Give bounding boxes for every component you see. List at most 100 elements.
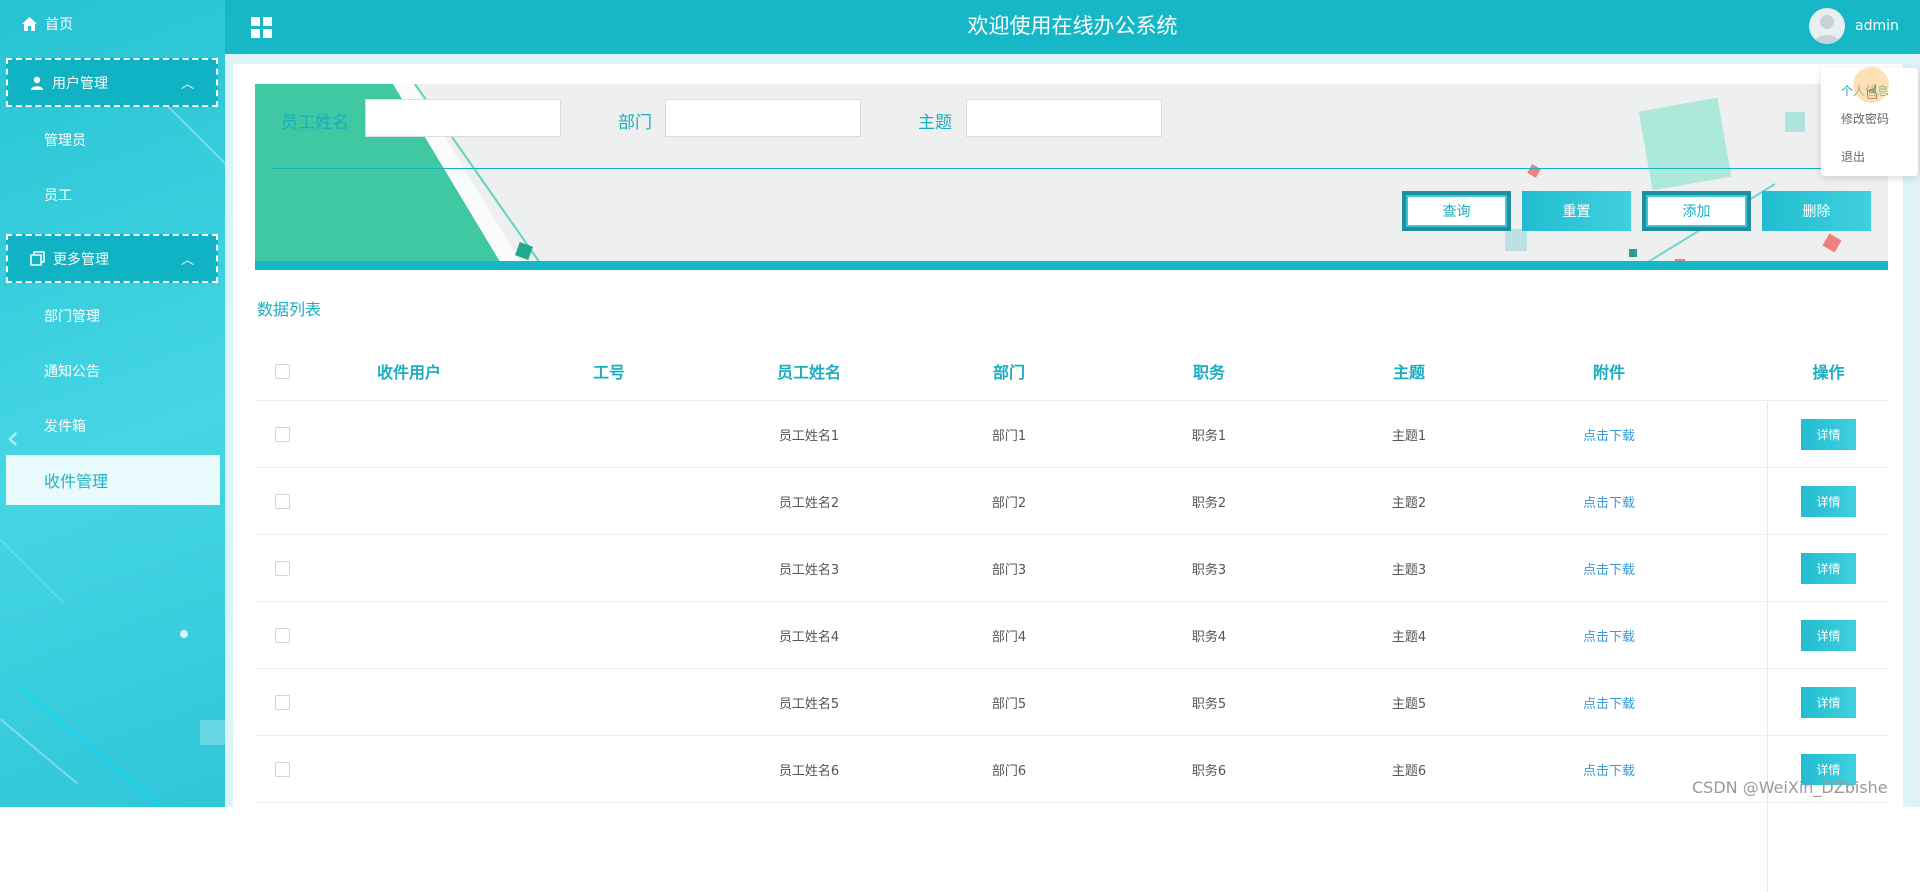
data-table: 收件用户 工号 员工姓名 部门 职务 主题 附件 操作 员工姓名1 部门1 职务… [255, 342, 1888, 892]
row-checkbox[interactable] [274, 761, 290, 777]
top-bar: 欢迎使用在线办公系统 admin [225, 0, 1920, 54]
name-cell: 员工姓名5 [778, 696, 840, 712]
emp-no-cell [509, 669, 709, 735]
detail-button[interactable]: 详情 [1801, 686, 1856, 718]
search-panel: 员工姓名 部门 主题 查询 重置 添加 删除 [255, 84, 1888, 270]
content-panel: 员工姓名 部门 主题 查询 重置 添加 删除 数据列表 收件用户 工号 员工姓名… [233, 64, 1903, 892]
sidebar-item-inbox[interactable]: 收件管理 [6, 455, 220, 505]
detail-button[interactable]: 详情 [1801, 418, 1856, 450]
emp-no-cell [509, 736, 709, 802]
home-icon [22, 17, 37, 31]
subject-input[interactable] [966, 99, 1162, 137]
column-header: 附件 [1592, 363, 1625, 382]
user-icon [30, 76, 44, 90]
department-cell: 部门2 [991, 495, 1027, 511]
employee-name-input[interactable] [365, 99, 561, 137]
row-checkbox[interactable] [274, 694, 290, 710]
recipient-cell [309, 468, 509, 534]
column-header: 操作 [1812, 363, 1845, 382]
sidebar-item-admin[interactable]: 管理员 [44, 130, 86, 150]
department-cell: 部门4 [991, 629, 1027, 645]
position-cell: 职务3 [1191, 562, 1227, 578]
sidebar-group-more-management[interactable]: 更多管理 ︿ [6, 234, 218, 283]
position-cell: 职务6 [1191, 763, 1227, 779]
sidebar-item-label: 首页 [45, 17, 73, 33]
reset-button[interactable]: 重置 [1522, 191, 1631, 231]
recipient-cell [309, 401, 509, 467]
column-header: 工号 [592, 363, 625, 382]
divider [271, 168, 1871, 169]
hand-cursor-icon: ☝ [1866, 80, 1879, 104]
sidebar-item-notice[interactable]: 通知公告 [44, 361, 100, 381]
download-link[interactable]: 点击下载 [1583, 492, 1635, 511]
detail-button[interactable]: 详情 [1801, 552, 1856, 584]
sidebar-group-label: 用户管理 [52, 75, 108, 92]
table-row: 员工姓名3 部门3 职务3 主题3 点击下载 详情 [255, 535, 1888, 602]
menu-item-logout[interactable]: 退出 [1841, 148, 1865, 165]
sidebar-item-home[interactable]: 首页 [22, 14, 73, 34]
chevron-up-icon: ︿ [180, 77, 194, 92]
table-header: 收件用户 工号 员工姓名 部门 职务 主题 附件 操作 [255, 342, 1888, 401]
menu-item-change-password[interactable]: 修改密码 [1841, 110, 1889, 127]
name-cell: 员工姓名1 [778, 428, 840, 444]
column-header: 职务 [1192, 363, 1225, 382]
add-button[interactable]: 添加 [1642, 191, 1751, 231]
detail-button[interactable]: 详情 [1801, 619, 1856, 651]
delete-button[interactable]: 删除 [1762, 191, 1871, 231]
select-all-checkbox[interactable] [274, 363, 290, 379]
department-cell: 部门5 [991, 696, 1027, 712]
sidebar-item-department[interactable]: 部门管理 [44, 306, 100, 326]
position-cell: 职务1 [1191, 428, 1227, 444]
department-cell: 部门1 [991, 428, 1027, 444]
name-cell: 员工姓名6 [778, 763, 840, 779]
column-header: 部门 [992, 363, 1025, 382]
emp-no-cell [509, 535, 709, 601]
name-cell: 员工姓名3 [778, 562, 840, 578]
row-checkbox[interactable] [274, 560, 290, 576]
avatar[interactable] [1809, 8, 1845, 44]
sidebar-group-label: 更多管理 [53, 251, 109, 268]
app-title: 欢迎使用在线办公系统 [967, 14, 1178, 38]
table-row: 员工姓名1 部门1 职务1 主题1 点击下载 详情 [255, 401, 1888, 468]
recipient-cell [309, 736, 509, 802]
banner-bottom-bar [255, 261, 1888, 270]
sidebar-group-user-management[interactable]: 用户管理 ︿ [6, 58, 218, 107]
subject-cell: 主题6 [1391, 763, 1427, 779]
watermark: CSDN @WeiXin_DZbishe [1692, 778, 1888, 797]
subject-cell: 主题5 [1391, 696, 1427, 712]
sidebar-item-employee[interactable]: 员工 [44, 185, 72, 205]
sidebar-item-label: 收件管理 [44, 472, 109, 491]
row-checkbox[interactable] [274, 627, 290, 643]
recipient-cell [309, 535, 509, 601]
download-link[interactable]: 点击下载 [1583, 693, 1635, 712]
row-checkbox[interactable] [274, 493, 290, 509]
table-row: 员工姓名5 部门5 职务5 主题5 点击下载 详情 [255, 669, 1888, 736]
main-content: 员工姓名 部门 主题 查询 重置 添加 删除 数据列表 收件用户 工号 员工姓名… [225, 54, 1920, 892]
recipient-cell [309, 669, 509, 735]
position-cell: 职务2 [1191, 495, 1227, 511]
subject-cell: 主题3 [1391, 562, 1427, 578]
emp-no-cell [509, 468, 709, 534]
column-header: 主题 [1392, 363, 1425, 382]
user-name[interactable]: admin [1855, 18, 1899, 34]
sidebar-item-outbox[interactable]: 发件箱 [44, 416, 86, 436]
download-link[interactable]: 点击下载 [1583, 760, 1635, 779]
department-label: 部门 [618, 113, 652, 133]
table-row: 员工姓名4 部门4 职务4 主题4 点击下载 详情 [255, 602, 1888, 669]
department-cell: 部门6 [991, 763, 1027, 779]
copy-icon [30, 251, 45, 266]
table-row: 员工姓名6 部门6 职务6 主题6 点击下载 详情 [255, 736, 1888, 803]
name-cell: 员工姓名4 [778, 629, 840, 645]
download-link[interactable]: 点击下载 [1583, 559, 1635, 578]
download-link[interactable]: 点击下载 [1583, 425, 1635, 444]
detail-button[interactable]: 详情 [1801, 485, 1856, 517]
chevron-left-icon: ‹ [6, 418, 20, 458]
query-button[interactable]: 查询 [1402, 191, 1511, 231]
emp-no-cell [509, 401, 709, 467]
emp-no-cell [509, 602, 709, 668]
position-cell: 职务4 [1191, 629, 1227, 645]
employee-name-label: 员工姓名 [281, 113, 349, 133]
download-link[interactable]: 点击下载 [1583, 626, 1635, 645]
row-checkbox[interactable] [274, 426, 290, 442]
department-input[interactable] [665, 99, 861, 137]
